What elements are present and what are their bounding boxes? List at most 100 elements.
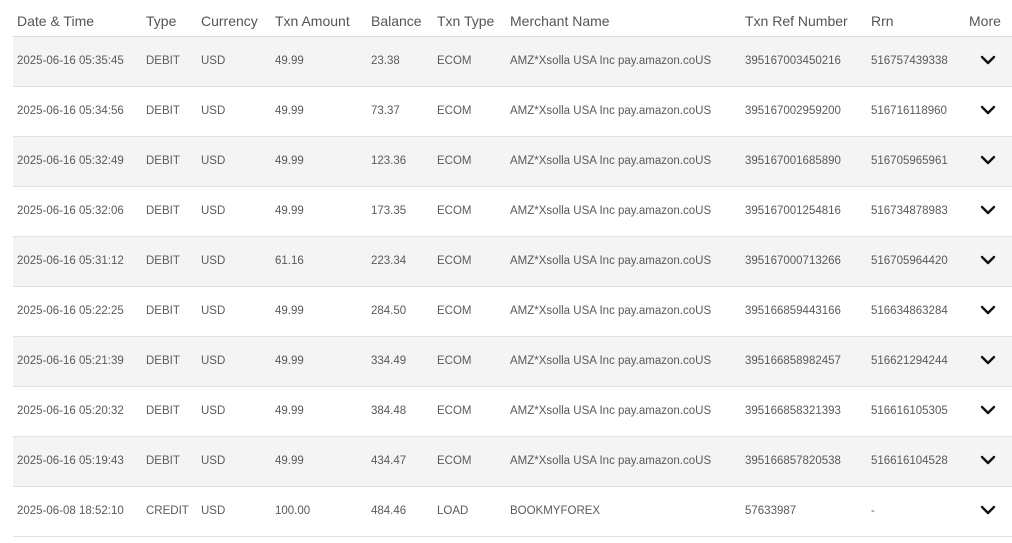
txn-type: DEBIT <box>146 155 180 167</box>
chevron-down-icon[interactable] <box>980 54 996 66</box>
txn-currency: USD <box>201 405 226 417</box>
txn-ref-number: 395167003450216 <box>745 55 841 67</box>
chevron-down-icon[interactable] <box>980 354 996 366</box>
table-header: Date & Time Type Currency Txn Amount Bal… <box>13 0 1012 37</box>
txn-balance: 334.49 <box>371 355 407 367</box>
txn-channel: ECOM <box>437 155 472 167</box>
column-header-balance: Balance <box>371 13 422 29</box>
txn-channel: ECOM <box>437 55 472 67</box>
table-body: 2025-06-16 05:35:45 DEBIT USD 49.99 23.38 ECO… <box>13 37 1012 537</box>
txn-rrn: 516616105305 <box>871 405 948 417</box>
txn-balance: 123.36 <box>371 155 407 167</box>
txn-datetime: 2025-06-16 05:32:49 <box>17 155 124 167</box>
txn-type: DEBIT <box>146 55 180 67</box>
table-row: 2025-06-16 05:35:45 DEBIT USD 49.99 23.38 ECO… <box>13 37 1012 87</box>
chevron-down-icon[interactable] <box>980 504 996 516</box>
merchant-name: AMZ*Xsolla USA Inc pay.amazon.coUS <box>510 455 712 467</box>
txn-amount: 49.99 <box>275 205 304 217</box>
table-row: 2025-06-08 18:52:10 CREDIT USD 100.00 484.46… <box>13 487 1012 537</box>
txn-datetime: 2025-06-16 05:21:39 <box>17 355 124 367</box>
txn-currency: USD <box>201 305 226 317</box>
chevron-down-icon[interactable] <box>980 254 996 266</box>
txn-amount: 49.99 <box>275 305 304 317</box>
txn-balance: 173.35 <box>371 205 407 217</box>
txn-rrn: 516705965961 <box>871 155 948 167</box>
txn-amount: 49.99 <box>275 455 304 467</box>
txn-channel: ECOM <box>437 455 472 467</box>
txn-type: DEBIT <box>146 255 180 267</box>
txn-balance: 434.47 <box>371 455 407 467</box>
table-row: 2025-06-16 05:32:49 DEBIT USD 49.99 123.36 EC… <box>13 137 1012 187</box>
txn-channel: ECOM <box>437 405 472 417</box>
txn-datetime: 2025-06-16 05:20:32 <box>17 405 124 417</box>
table-row: 2025-06-16 05:31:12 DEBIT USD 61.16 223.34 EC… <box>13 237 1012 287</box>
table-row: 2025-06-16 05:34:56 DEBIT USD 49.99 73.37 ECO… <box>13 87 1012 137</box>
txn-type: DEBIT <box>146 355 180 367</box>
merchant-name: AMZ*Xsolla USA Inc pay.amazon.coUS <box>510 205 712 217</box>
merchant-name: AMZ*Xsolla USA Inc pay.amazon.coUS <box>510 355 712 367</box>
txn-channel: LOAD <box>437 505 469 517</box>
chevron-down-icon[interactable] <box>980 204 996 216</box>
txn-channel: ECOM <box>437 355 472 367</box>
txn-ref-number: 395166857820538 <box>745 455 841 467</box>
chevron-down-icon[interactable] <box>980 304 996 316</box>
txn-type: DEBIT <box>146 405 180 417</box>
txn-channel: ECOM <box>437 305 472 317</box>
txn-currency: USD <box>201 455 226 467</box>
table-row: 2025-06-16 05:19:43 DEBIT USD 49.99 434.47 EC… <box>13 437 1012 487</box>
chevron-down-icon[interactable] <box>980 154 996 166</box>
txn-currency: USD <box>201 155 226 167</box>
column-header-merchant-name: Merchant Name <box>510 13 610 29</box>
merchant-name: AMZ*Xsolla USA Inc pay.amazon.coUS <box>510 305 712 317</box>
merchant-name: AMZ*Xsolla USA Inc pay.amazon.coUS <box>510 405 712 417</box>
chevron-down-icon[interactable] <box>980 404 996 416</box>
txn-ref-number: 395166858982457 <box>745 355 841 367</box>
column-header-txn-type: Txn Type <box>437 13 495 29</box>
txn-type: CREDIT <box>146 505 189 517</box>
txn-ref-number: 395166859443166 <box>745 305 841 317</box>
txn-currency: USD <box>201 505 226 517</box>
column-header-more: More <box>969 13 1001 29</box>
column-header-txn-amount: Txn Amount <box>275 13 350 29</box>
column-header-currency: Currency <box>201 13 258 29</box>
txn-rrn: 516716118960 <box>871 105 947 117</box>
column-header-txn-ref-number: Txn Ref Number <box>745 13 848 29</box>
txn-datetime: 2025-06-16 05:22:25 <box>17 305 124 317</box>
txn-currency: USD <box>201 105 226 117</box>
txn-ref-number: 57633987 <box>745 505 797 517</box>
txn-datetime: 2025-06-16 05:35:45 <box>17 55 124 67</box>
txn-ref-number: 395167001254816 <box>745 205 841 217</box>
txn-type: DEBIT <box>146 455 180 467</box>
column-header-rrn: Rrn <box>871 13 894 29</box>
txn-amount: 61.16 <box>275 255 304 267</box>
txn-channel: ECOM <box>437 255 472 267</box>
transactions-table: Date & Time Type Currency Txn Amount Bal… <box>13 0 1012 537</box>
chevron-down-icon[interactable] <box>980 454 996 466</box>
chevron-down-icon[interactable] <box>980 104 996 116</box>
txn-datetime: 2025-06-16 05:32:06 <box>17 205 124 217</box>
txn-amount: 49.99 <box>275 355 304 367</box>
txn-rrn: 516734878983 <box>871 205 948 217</box>
txn-currency: USD <box>201 55 226 67</box>
txn-currency: USD <box>201 205 226 217</box>
txn-amount: 100.00 <box>275 505 311 517</box>
merchant-name: AMZ*Xsolla USA Inc pay.amazon.coUS <box>510 105 712 117</box>
txn-balance: 484.46 <box>371 505 407 517</box>
txn-type: DEBIT <box>146 105 180 117</box>
txn-balance: 223.34 <box>371 255 407 267</box>
txn-amount: 49.99 <box>275 55 304 67</box>
txn-datetime: 2025-06-16 05:34:56 <box>17 105 124 117</box>
txn-rrn: - <box>871 505 875 517</box>
txn-type: DEBIT <box>146 305 180 317</box>
txn-currency: USD <box>201 255 226 267</box>
txn-datetime: 2025-06-08 18:52:10 <box>17 505 124 517</box>
table-row: 2025-06-16 05:20:32 DEBIT USD 49.99 384.48 EC… <box>13 387 1012 437</box>
merchant-name: BOOKMYFOREX <box>510 505 601 517</box>
txn-ref-number: 395167002959200 <box>745 105 841 117</box>
txn-amount: 49.99 <box>275 105 304 117</box>
txn-channel: ECOM <box>437 205 472 217</box>
txn-balance: 284.50 <box>371 305 407 317</box>
merchant-name: AMZ*Xsolla USA Inc pay.amazon.coUS <box>510 55 712 67</box>
txn-balance: 23.38 <box>371 55 400 67</box>
txn-amount: 49.99 <box>275 155 304 167</box>
